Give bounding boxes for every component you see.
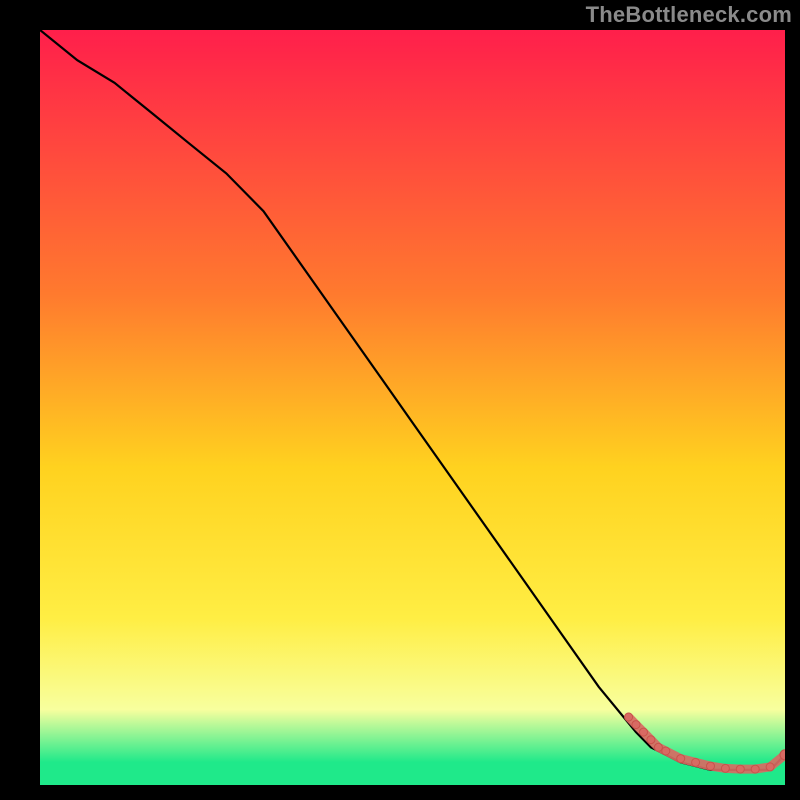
marker-dot [677, 755, 685, 763]
marker-dot [662, 747, 670, 755]
marker-dot [640, 728, 648, 736]
marker-dot [625, 713, 633, 721]
marker-dot [654, 743, 662, 751]
gradient-background [40, 30, 785, 785]
watermark-text: TheBottleneck.com [586, 2, 792, 28]
chart-frame: TheBottleneck.com [0, 0, 800, 800]
marker-dot [721, 764, 729, 772]
marker-dot [707, 762, 715, 770]
marker-dot [736, 765, 744, 773]
plot-area [40, 30, 785, 785]
marker-dot [751, 765, 759, 773]
marker-dot [766, 763, 774, 771]
marker-dot [632, 721, 640, 729]
marker-dot [647, 736, 655, 744]
marker-dot [692, 758, 700, 766]
chart-svg [40, 30, 785, 785]
